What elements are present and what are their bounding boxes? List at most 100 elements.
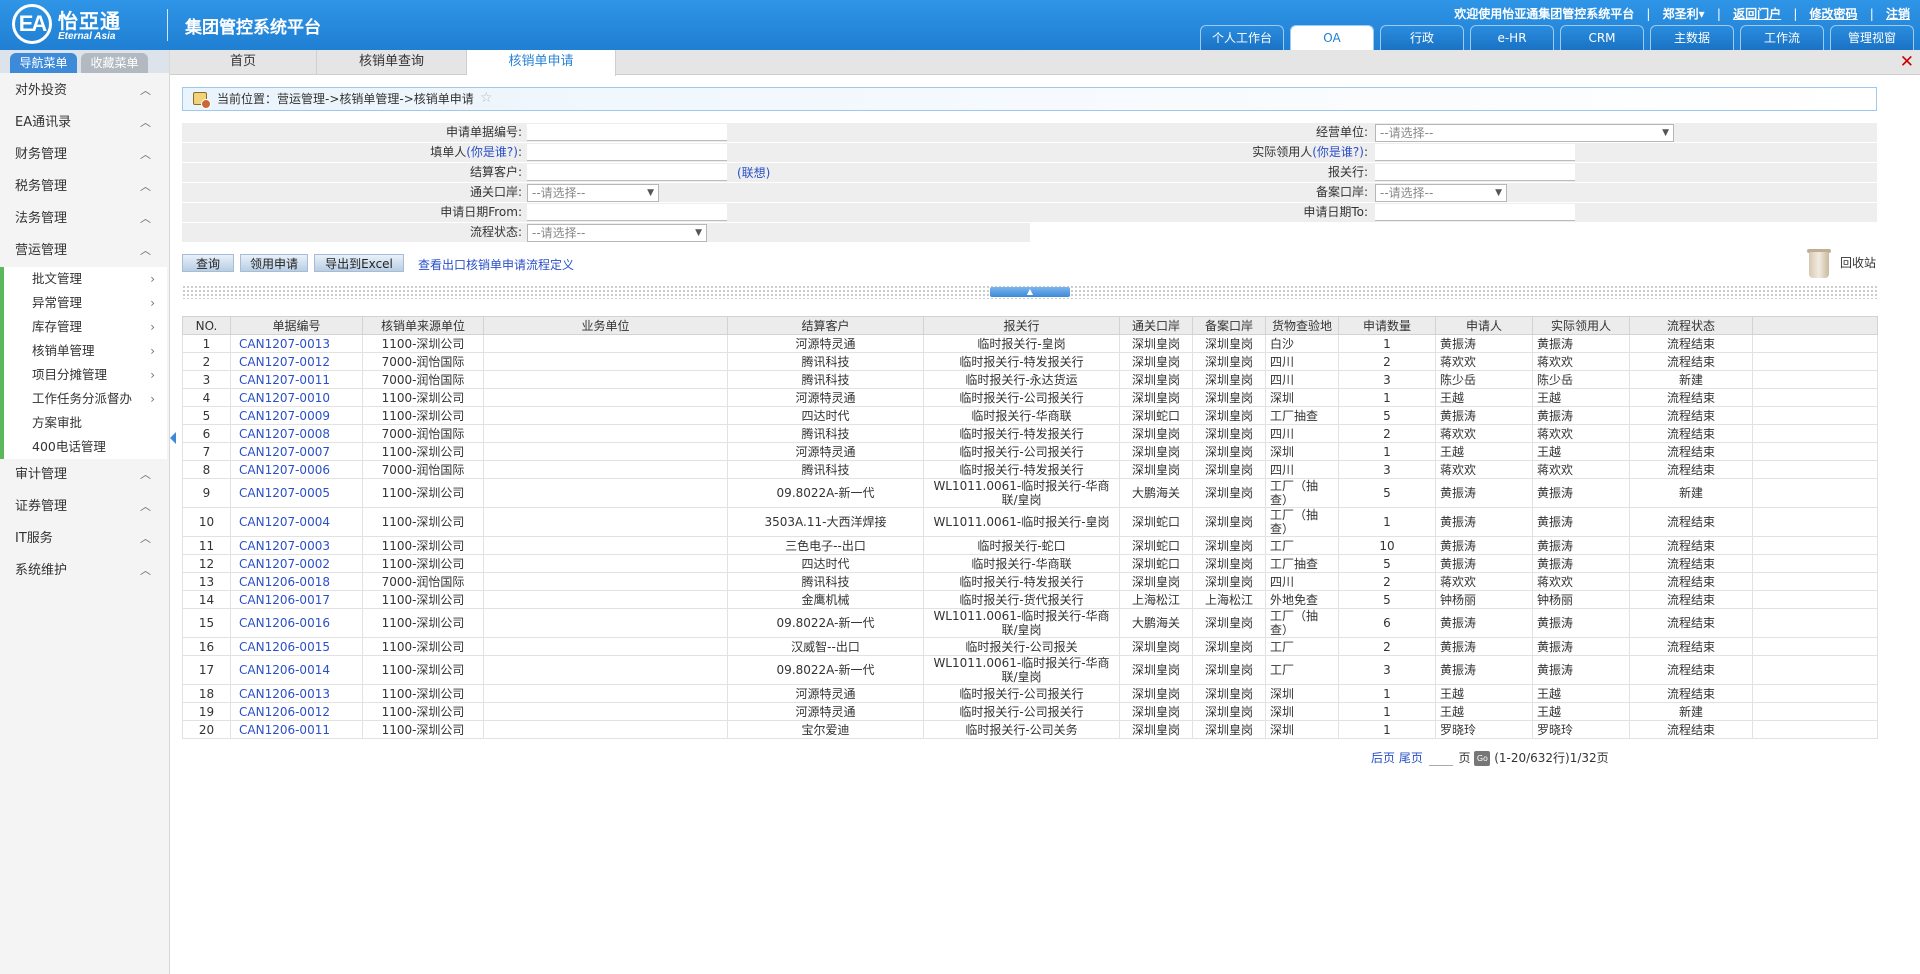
favorite-star-icon[interactable]: ☆ [480, 87, 493, 109]
collapse-search-button[interactable]: ▲ [990, 287, 1070, 297]
module-tab-admin[interactable]: 行政 [1380, 25, 1464, 50]
sidebar-item-approval-docs[interactable]: 批文管理 › [4, 267, 167, 291]
recycle-bin-label[interactable]: 回收站 [1840, 254, 1876, 271]
table-row[interactable]: 12 CAN1207-0002 1100-深圳公司 四达时代 临时报关行-华商联 深圳蛇口… [182, 554, 1878, 573]
close-icon[interactable]: ✕ [1900, 52, 1914, 72]
sidebar-tab-favorites[interactable]: 收藏菜单 [81, 53, 148, 73]
module-tab-master-data[interactable]: 主数据 [1650, 25, 1734, 50]
document-number-link[interactable]: CAN1207-0003 [230, 536, 363, 555]
recycle-bin-icon[interactable] [1805, 246, 1833, 280]
module-tab-workbench[interactable]: 个人工作台 [1200, 25, 1284, 50]
date-from-input[interactable] [527, 204, 727, 221]
actual-recipient-input[interactable] [1375, 144, 1575, 161]
customs-broker-input[interactable] [1375, 164, 1575, 181]
table-row[interactable]: 15 CAN1206-0016 1100-深圳公司 09.8022A-新一代 WL101… [182, 608, 1878, 638]
table-row[interactable]: 19 CAN1206-0012 1100-深圳公司 河源特灵通 临时报关行-公司报关行深… [182, 702, 1878, 721]
process-status-select[interactable]: --请选择-- ▼ [527, 224, 707, 242]
tab-home[interactable]: 首页 [170, 50, 317, 75]
document-number-link[interactable]: CAN1207-0006 [230, 460, 363, 479]
sidebar-item-project-allocation[interactable]: 项目分摊管理 › [4, 363, 167, 387]
document-number-link[interactable]: CAN1207-0010 [230, 388, 363, 407]
associate-link[interactable]: (联想) [737, 164, 770, 181]
table-row[interactable]: 14 CAN1206-0017 1100-深圳公司 金鹰机械 临时报关行-货代报关行 上海… [182, 590, 1878, 609]
module-tab-oa[interactable]: OA [1290, 25, 1374, 50]
document-number-link[interactable]: CAN1207-0013 [230, 334, 363, 353]
next-page-link[interactable]: 后页 [1371, 751, 1395, 765]
company-logo[interactable]: EA 怡亞通 Eternal Asia [12, 4, 162, 44]
logout-link[interactable]: 注销 [1886, 7, 1910, 21]
business-unit-select[interactable]: --请选择-- ▼ [1375, 124, 1674, 142]
column-header[interactable]: 货物查验地 [1265, 316, 1339, 335]
module-tab-crm[interactable]: CRM [1560, 25, 1644, 50]
filler-input[interactable] [527, 144, 727, 161]
table-row[interactable]: 2 CAN1207-0012 7000-润怡国际 腾讯科技 临时报关行-特发报关行 深圳皇… [182, 352, 1878, 371]
table-row[interactable]: 4 CAN1207-0010 1100-深圳公司 河源特灵通 临时报关行-公司报关行 深圳… [182, 388, 1878, 407]
menu-group-securities[interactable]: 证券管理 ︿ [0, 491, 169, 523]
apply-button[interactable]: 领用申请 [240, 254, 308, 272]
table-row[interactable]: 6 CAN1207-0008 7000-润怡国际 腾讯科技 临时报关行-特发报关行 深圳皇… [182, 424, 1878, 443]
customs-port-select[interactable]: --请选择-- ▼ [527, 184, 659, 202]
table-row[interactable]: 9 CAN1207-0005 1100-深圳公司 09.8022A-新一代 WL1011… [182, 478, 1878, 508]
sidebar-collapse-arrow-icon[interactable] [170, 432, 176, 444]
column-header[interactable]: 结算客户 [727, 316, 924, 335]
export-excel-button[interactable]: 导出到Excel [314, 254, 404, 272]
document-number-link[interactable]: CAN1207-0012 [230, 352, 363, 371]
tab-verification-apply[interactable]: 核销单申请 [467, 50, 616, 76]
column-header[interactable]: 核销单来源单位 [362, 316, 484, 335]
query-button[interactable]: 查询 [182, 254, 234, 272]
table-row[interactable]: 20 CAN1206-0011 1100-深圳公司 宝尔爱迪 临时报关行-公司关务 深圳皇… [182, 720, 1878, 739]
page-number-input[interactable] [1428, 751, 1453, 766]
back-to-portal-link[interactable]: 返回门户 [1733, 7, 1781, 21]
who-am-i-link[interactable]: (你是谁?) [1312, 145, 1364, 159]
menu-group-finance[interactable]: 财务管理 ︿ [0, 139, 169, 171]
document-number-link[interactable]: CAN1206-0017 [230, 590, 363, 609]
document-number-link[interactable]: CAN1207-0008 [230, 424, 363, 443]
menu-group-system-maintenance[interactable]: 系统维护 ︿ [0, 555, 169, 587]
column-header[interactable]: 单据编号 [230, 316, 363, 335]
document-number-link[interactable]: CAN1207-0007 [230, 442, 363, 461]
sidebar-item-exceptions[interactable]: 异常管理 › [4, 291, 167, 315]
go-button[interactable]: Go [1474, 751, 1491, 766]
settlement-customer-input[interactable] [527, 164, 727, 181]
column-header[interactable]: 实际领用人 [1532, 316, 1630, 335]
sidebar-item-inventory[interactable]: 库存管理 › [4, 315, 167, 339]
document-number-link[interactable]: CAN1207-0002 [230, 554, 363, 573]
document-number-link[interactable]: CAN1206-0012 [230, 702, 363, 721]
sidebar-item-400-phone[interactable]: 400电话管理 [4, 435, 167, 459]
table-row[interactable]: 13 CAN1206-0018 7000-润怡国际 腾讯科技 临时报关行-特发报关行 深圳… [182, 572, 1878, 591]
sidebar-item-verification-forms[interactable]: 核销单管理 › [4, 339, 167, 363]
column-header[interactable]: 通关口岸 [1119, 316, 1193, 335]
menu-group-legal[interactable]: 法务管理 ︿ [0, 203, 169, 235]
view-flow-definition-link[interactable]: 查看出口核销单申请流程定义 [418, 256, 574, 273]
who-am-i-link[interactable]: (你是谁?) [466, 145, 518, 159]
document-number-link[interactable]: CAN1206-0011 [230, 720, 363, 739]
document-number-link[interactable]: CAN1206-0015 [230, 637, 363, 656]
application-number-input[interactable] [527, 124, 727, 141]
menu-group-tax[interactable]: 税务管理 ︿ [0, 171, 169, 203]
table-row[interactable]: 5 CAN1207-0009 1100-深圳公司 四达时代 临时报关行-华商联 深圳蛇口深… [182, 406, 1878, 425]
table-row[interactable]: 18 CAN1206-0013 1100-深圳公司 河源特灵通 临时报关行-公司报关行深… [182, 684, 1878, 703]
menu-group-audit[interactable]: 审计管理 ︿ [0, 459, 169, 491]
document-number-link[interactable]: CAN1207-0009 [230, 406, 363, 425]
sidebar-tab-navigation[interactable]: 导航菜单 [10, 53, 77, 73]
module-tab-management-view[interactable]: 管理视窗 [1830, 25, 1914, 50]
last-page-link[interactable]: 尾页 [1399, 751, 1423, 765]
menu-group-external-investment[interactable]: 对外投资 ︿ [0, 75, 169, 107]
table-row[interactable]: 10 CAN1207-0004 1100-深圳公司 3503A.11-大西洋焊接 WL1… [182, 507, 1878, 537]
tab-verification-query[interactable]: 核销单查询 [317, 50, 467, 75]
sidebar-item-task-dispatch[interactable]: 工作任务分派督办 › [4, 387, 167, 411]
document-number-link[interactable]: CAN1207-0005 [230, 478, 363, 508]
column-header[interactable]: 业务单位 [483, 316, 728, 335]
module-tab-workflow[interactable]: 工作流 [1740, 25, 1824, 50]
column-header[interactable]: NO. [182, 316, 231, 335]
document-number-link[interactable]: CAN1206-0014 [230, 655, 363, 685]
document-number-link[interactable]: CAN1207-0004 [230, 507, 363, 537]
sidebar-item-plan-approval[interactable]: 方案审批 [4, 411, 167, 435]
menu-group-ea-directory[interactable]: EA通讯录 ︿ [0, 107, 169, 139]
record-port-select[interactable]: --请选择-- ▼ [1375, 184, 1507, 202]
table-row[interactable]: 11 CAN1207-0003 1100-深圳公司 三色电子--出口 临时报关行-蛇口深… [182, 536, 1878, 555]
column-header[interactable]: 申请数量 [1338, 316, 1436, 335]
column-header[interactable]: 备案口岸 [1192, 316, 1266, 335]
table-row[interactable]: 17 CAN1206-0014 1100-深圳公司 09.8022A-新一代 WL101… [182, 655, 1878, 685]
date-to-input[interactable] [1375, 204, 1575, 221]
